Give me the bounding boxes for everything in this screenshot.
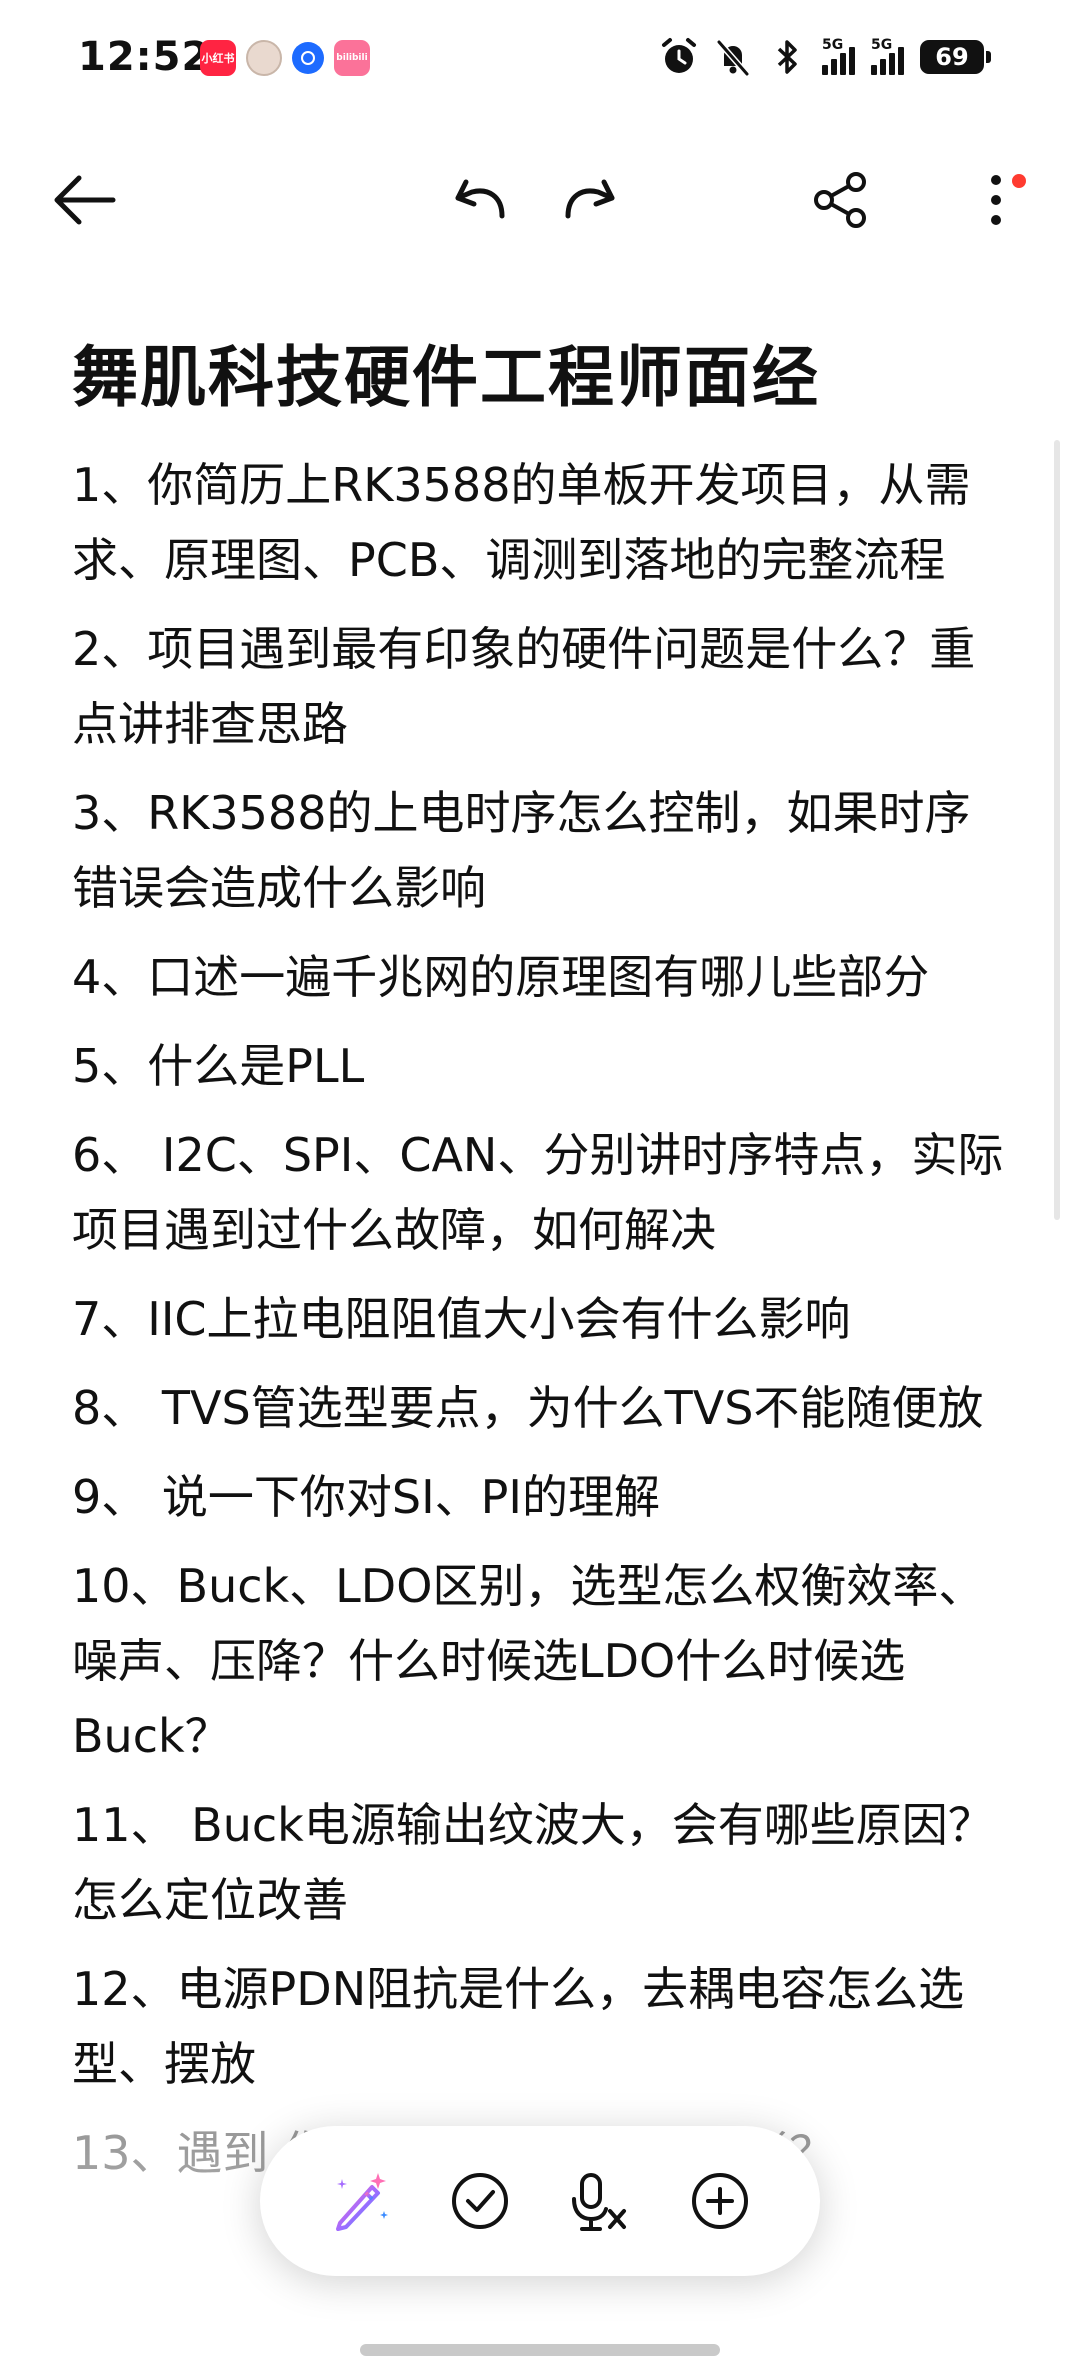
undo-button[interactable] xyxy=(440,160,520,240)
voice-to-text-button[interactable] xyxy=(560,2161,640,2241)
xiaohongshu-app-icon: 小红书 xyxy=(200,40,236,76)
battery-indicator: 69 xyxy=(920,40,991,74)
note-line[interactable]: 4、口述一遍千兆网的原理图有哪儿些部分 xyxy=(72,940,1012,1015)
floating-action-bar xyxy=(260,2126,820,2276)
note-line[interactable]: 12、电源PDN阻抗是什么，去耦电容怎么选型、摆放 xyxy=(72,1952,1012,2102)
note-line[interactable]: 2、项目遇到最有印象的硬件问题是什么？重点讲排查思路 xyxy=(72,612,1012,762)
editor-toolbar xyxy=(0,140,1080,250)
redo-button[interactable] xyxy=(550,160,630,240)
note-body[interactable]: 舞肌科技硬件工程师面经 1、你简历上RK3588的单板开发项目，从需求、原理图、… xyxy=(72,330,1012,2205)
scrollbar[interactable] xyxy=(1054,440,1060,1220)
note-line[interactable]: 11、 Buck电源输出纹波大，会有哪些原因？怎么定位改善 xyxy=(72,1788,1012,1938)
contact-avatar-icon xyxy=(246,40,282,76)
circle-app-icon xyxy=(292,42,324,74)
note-line[interactable]: 3、RK3588的上电时序怎么控制，如果时序错误会造成什么影响 xyxy=(72,776,1012,926)
notification-badge xyxy=(1012,174,1026,188)
signal-strength-icon: 5G xyxy=(822,37,855,75)
back-button[interactable] xyxy=(44,160,124,240)
mute-bell-icon xyxy=(716,40,750,76)
add-circle-icon xyxy=(692,2173,748,2229)
share-button[interactable] xyxy=(800,160,880,240)
note-line[interactable]: 10、Buck、LDO区别，选型怎么权衡效率、噪声、压降？什么时候选LDO什么时… xyxy=(72,1549,1012,1774)
signal-strength-icon-2: 5G xyxy=(871,37,904,75)
checklist-button[interactable] xyxy=(440,2161,520,2241)
note-line[interactable]: 9、 说一下你对SI、PI的理解 xyxy=(72,1460,1012,1535)
voice-to-text-icon xyxy=(572,2173,626,2231)
bilibili-app-icon: bilibili xyxy=(334,40,370,76)
note-line[interactable]: 6、 I2C、SPI、CAN、分别讲时序特点，实际项目遇到过什么故障，如何解决 xyxy=(72,1118,1012,1268)
back-arrow-icon xyxy=(54,175,116,225)
checkmark-circle-icon xyxy=(452,2173,508,2229)
note-line[interactable]: 8、 TVS管选型要点，为什么TVS不能随便放 xyxy=(72,1371,1012,1446)
bluetooth-icon xyxy=(777,40,797,74)
more-vertical-icon xyxy=(991,175,1001,225)
system-icons: 5G 5G 69 xyxy=(660,36,991,78)
ai-write-button[interactable] xyxy=(320,2161,400,2241)
undo-icon xyxy=(455,179,505,219)
alarm-clock-icon xyxy=(662,38,696,73)
magic-pen-icon xyxy=(336,2173,388,2231)
note-line[interactable]: 1、你简历上RK3588的单板开发项目，从需求、原理图、PCB、调测到落地的完整… xyxy=(72,448,1012,598)
share-icon xyxy=(814,172,866,228)
note-line[interactable]: 5、什么是PLL xyxy=(72,1029,1012,1104)
note-title[interactable]: 舞肌科技硬件工程师面经 xyxy=(72,330,1012,426)
more-options-button[interactable] xyxy=(956,160,1036,240)
redo-icon xyxy=(565,179,615,219)
notification-icons: 小红书 bilibili xyxy=(200,40,370,76)
home-indicator[interactable] xyxy=(360,2344,720,2356)
add-button[interactable] xyxy=(680,2161,760,2241)
notes-editor-screen: 12:52 小红书 bilibili 5G 5G 69 舞肌科技硬件工程师面经 … xyxy=(0,0,1080,2374)
note-line[interactable]: 7、IIC上拉电阻阻值大小会有什么影响 xyxy=(72,1282,1012,1357)
status-time: 12:52 xyxy=(78,34,211,80)
status-bar: 12:52 小红书 bilibili 5G 5G 69 xyxy=(0,0,1080,120)
